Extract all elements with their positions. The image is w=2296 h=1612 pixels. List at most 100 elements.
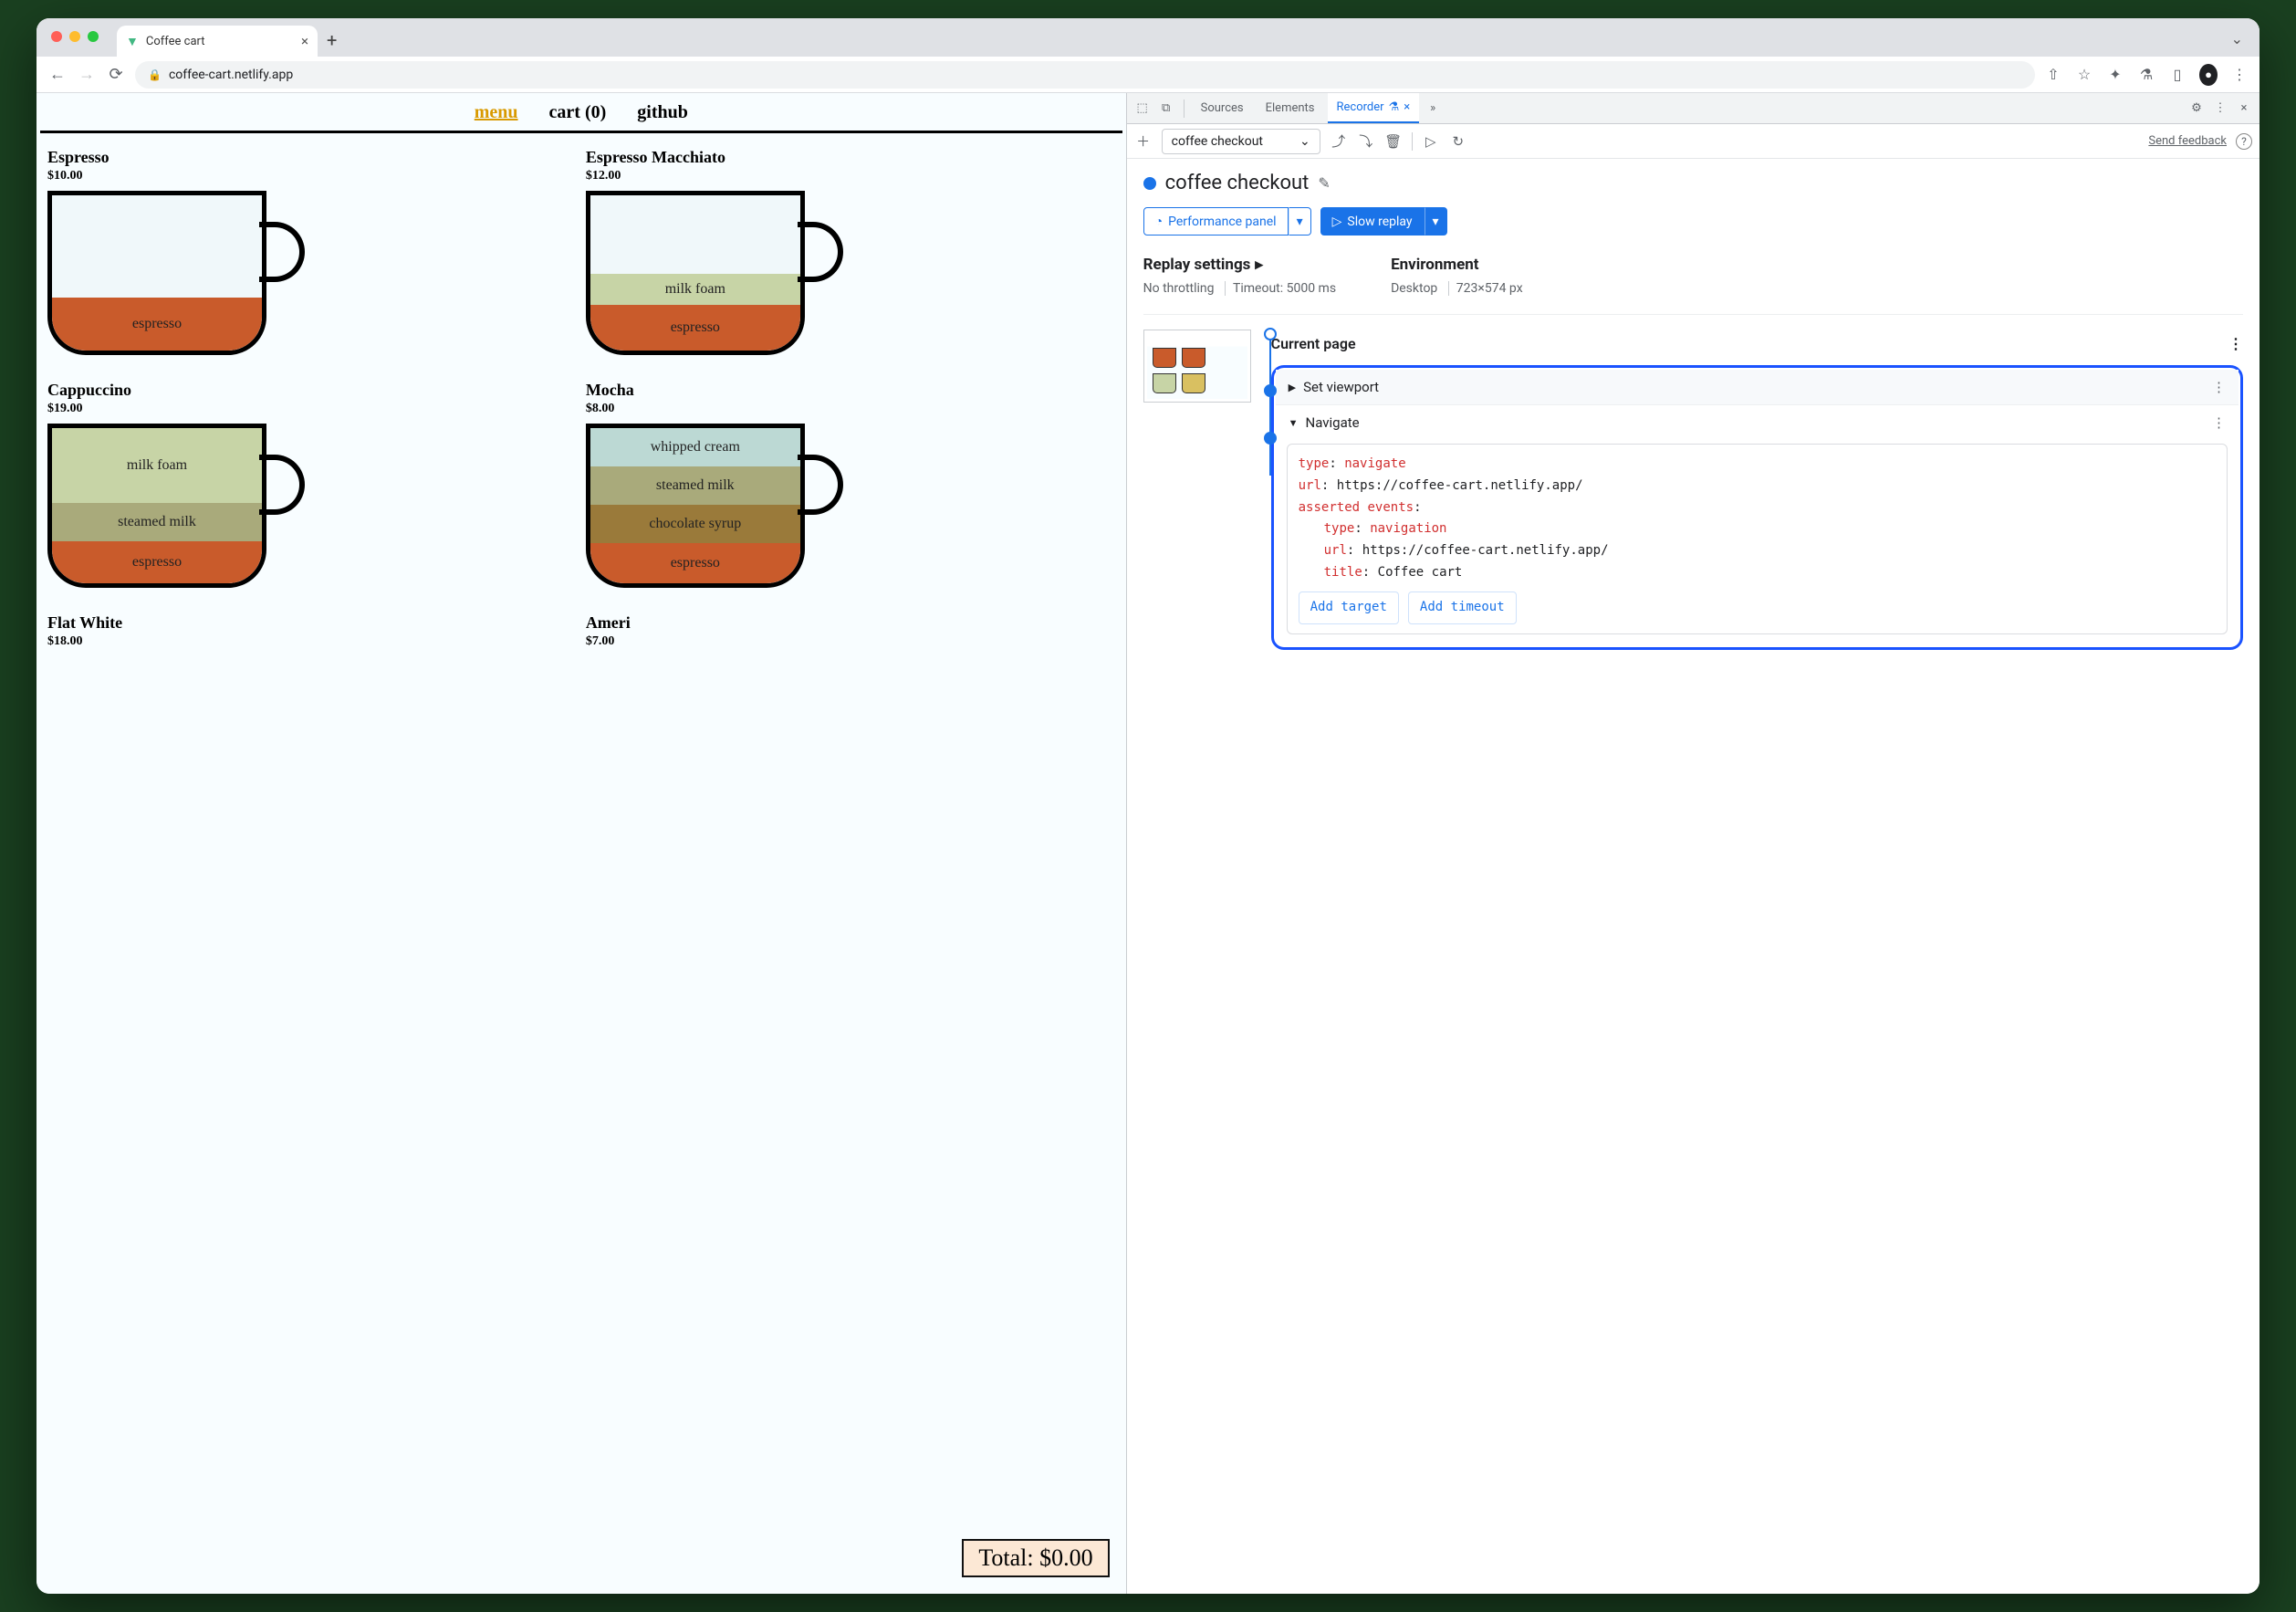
sidepanel-icon[interactable]: ▯ (2168, 66, 2186, 83)
recorder-toolbar: ＋ coffee checkout ⌄ ⤴ ⤵ 🗑 ▷ ↻ Send feedb… (1127, 124, 2259, 159)
layer-steamed: steamed milk (590, 466, 800, 505)
step-set-viewport[interactable]: ▶ Set viewport ⋮ (1276, 370, 2239, 405)
close-panel-icon[interactable]: × (1404, 100, 1410, 114)
reload-button[interactable]: ⟳ (106, 65, 126, 84)
product-mocha[interactable]: Mocha $8.00 whipped cream steamed milk c… (586, 381, 1115, 588)
step-current-page: Current page ⋮ (1271, 330, 2243, 365)
url-input[interactable]: 🔒 coffee-cart.netlify.app (135, 61, 2035, 89)
devtools-panel: ⬚ ⧉ Sources Elements Recorder ⚗ × » ⚙ ⋮ … (1126, 93, 2259, 1594)
tab-bar: ▼ Coffee cart × + ⌄ (37, 18, 2259, 57)
profile-avatar[interactable]: ● (2199, 64, 2218, 86)
close-window-icon[interactable] (51, 31, 62, 42)
recording-dot-icon (1143, 177, 1156, 190)
timeline (1143, 330, 1260, 650)
add-timeout-button[interactable]: Add timeout (1408, 591, 1517, 624)
product-americano[interactable]: Ameri $7.00 (586, 613, 1115, 649)
step-menu-icon[interactable]: ⋮ (2212, 414, 2226, 431)
nav-menu[interactable]: menu (475, 102, 518, 123)
device-toggle-icon[interactable]: ⧉ (1156, 101, 1176, 115)
product-price: $10.00 (47, 169, 577, 183)
extensions-icon[interactable]: ✦ (2106, 66, 2124, 83)
product-price: $18.00 (47, 634, 577, 649)
product-name: Ameri (586, 613, 1115, 633)
export-icon[interactable]: ⤴ (1330, 131, 1348, 151)
step-icon[interactable]: ↻ (1449, 133, 1467, 150)
toolbar-icons: ⇧ ☆ ✦ ⚗ ▯ ● ⋮ (2044, 64, 2249, 86)
settings-gear-icon[interactable]: ⚙ (2186, 101, 2207, 115)
layer-espresso: espresso (52, 298, 262, 351)
help-icon[interactable]: ? (2236, 133, 2252, 150)
product-flat-white[interactable]: Flat White $18.00 (47, 613, 577, 649)
product-cappuccino[interactable]: Cappuccino $19.00 milk foam steamed milk… (47, 381, 577, 588)
cup-handle-icon (798, 455, 843, 515)
nav-github[interactable]: github (637, 102, 688, 123)
close-tab-icon[interactable]: × (301, 33, 308, 49)
more-tabs-icon[interactable]: » (1423, 101, 1443, 115)
lock-icon: 🔒 (148, 68, 162, 81)
chrome-menu-icon[interactable]: ⋮ (2230, 66, 2249, 83)
collapse-icon: ▼ (1289, 417, 1299, 429)
play-icon: ▷ (1332, 215, 1342, 229)
step-menu-icon[interactable]: ⋮ (2228, 335, 2243, 352)
inspect-icon[interactable]: ⬚ (1132, 101, 1153, 115)
forward-button[interactable]: → (77, 65, 97, 84)
site-nav: menu cart (0) github (40, 93, 1122, 133)
add-target-button[interactable]: Add target (1299, 591, 1399, 624)
recording-title: coffee checkout ✎ (1143, 172, 2243, 194)
back-button[interactable]: ← (47, 65, 68, 84)
step-navigate[interactable]: ▼ Navigate ⋮ (1276, 405, 2239, 440)
cart-total[interactable]: Total: $0.00 (962, 1539, 1109, 1577)
layer-espresso: espresso (52, 541, 262, 583)
tab-list-chevron-icon[interactable]: ⌄ (2231, 30, 2243, 57)
delete-icon[interactable]: 🗑 (1384, 133, 1403, 150)
tab-sources[interactable]: Sources (1192, 93, 1253, 123)
product-grid: Espresso $10.00 espresso Espresso Macchi… (37, 133, 1126, 664)
product-name: Cappuccino (47, 381, 577, 400)
devtools-menu-icon[interactable]: ⋮ (2210, 101, 2230, 115)
edit-title-icon[interactable]: ✎ (1318, 174, 1330, 192)
product-espresso-macchiato[interactable]: Espresso Macchiato $12.00 milk foam espr… (586, 148, 1115, 355)
cup-graphic: milk foam espresso (586, 191, 805, 355)
replay-settings[interactable]: Replay settings ▸ No throttling Timeout:… (1143, 256, 1336, 296)
product-name: Espresso Macchiato (586, 148, 1115, 167)
tab-recorder[interactable]: Recorder ⚗ × (1328, 93, 1420, 123)
minimize-window-icon[interactable] (69, 31, 80, 42)
step-list: Current page ⋮ ▶ Set viewport ⋮ ▼ N (1271, 330, 2243, 650)
window-controls (51, 31, 99, 42)
maximize-window-icon[interactable] (88, 31, 99, 42)
replay-dropdown[interactable]: ▾ (1425, 207, 1447, 236)
play-icon[interactable]: ▷ (1422, 133, 1440, 150)
performance-panel-button[interactable]: ◔ Performance panel (1143, 207, 1289, 236)
send-feedback-link[interactable]: Send feedback (2148, 134, 2227, 148)
slow-replay-button[interactable]: ▷ Slow replay (1320, 207, 1425, 236)
step-details: type: navigate url: https://coffee-cart.… (1287, 444, 2228, 634)
import-icon[interactable]: ⤵ (1357, 131, 1375, 151)
tab-elements[interactable]: Elements (1257, 93, 1324, 123)
devtools-tabs: ⬚ ⧉ Sources Elements Recorder ⚗ × » ⚙ ⋮ … (1127, 93, 2259, 124)
recorder-body: coffee checkout ✎ ◔ Performance panel ▾ … (1127, 159, 2259, 1594)
product-price: $19.00 (47, 402, 577, 416)
step-menu-icon[interactable]: ⋮ (2212, 379, 2226, 395)
performance-panel-dropdown[interactable]: ▾ (1289, 207, 1311, 236)
recording-steps: Current page ⋮ ▶ Set viewport ⋮ ▼ N (1143, 330, 2243, 650)
labs-icon[interactable]: ⚗ (2137, 66, 2155, 83)
browser-tab[interactable]: ▼ Coffee cart × (117, 26, 318, 57)
product-name: Mocha (586, 381, 1115, 400)
chevron-right-icon: ▸ (1255, 256, 1263, 274)
layer-milkfoam: milk foam (590, 274, 800, 305)
cup-graphic: milk foam steamed milk espresso (47, 424, 266, 588)
close-devtools-icon[interactable]: × (2234, 101, 2254, 115)
nav-cart[interactable]: cart (0) (549, 102, 607, 123)
recording-selector[interactable]: coffee checkout ⌄ (1162, 129, 1320, 154)
product-espresso[interactable]: Espresso $10.00 espresso (47, 148, 577, 355)
bookmark-icon[interactable]: ☆ (2075, 66, 2093, 83)
layer-choc: chocolate syrup (590, 505, 800, 543)
expand-icon: ▶ (1289, 382, 1296, 393)
url-text: coffee-cart.netlify.app (169, 68, 293, 82)
new-tab-button[interactable]: + (327, 29, 337, 57)
screenshot-thumbnail[interactable] (1143, 330, 1251, 403)
layer-espresso: espresso (590, 305, 800, 351)
new-recording-icon[interactable]: ＋ (1134, 131, 1153, 151)
share-icon[interactable]: ⇧ (2044, 66, 2062, 83)
chevron-down-icon: ⌄ (1299, 134, 1310, 149)
